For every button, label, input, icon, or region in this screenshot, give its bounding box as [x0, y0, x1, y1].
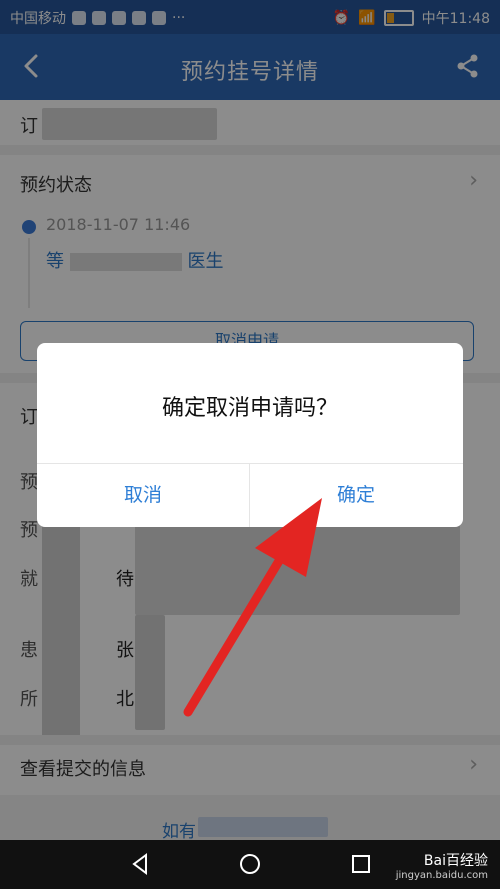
dialog-confirm-button[interactable]: 确定	[250, 463, 462, 527]
home-circle-icon[interactable]	[238, 852, 262, 876]
confirm-dialog: 确定取消申请吗？ 取消 确定	[37, 343, 463, 527]
watermark-domain: jingyan.baidu.com	[395, 870, 488, 881]
dialog-message: 确定取消申请吗？	[161, 396, 338, 421]
recent-apps-square-icon[interactable]	[349, 852, 373, 876]
back-triangle-icon[interactable]	[128, 852, 152, 876]
dialog-cancel-button[interactable]: 取消	[37, 463, 249, 527]
system-nav-bar: Bai百经验 jingyan.baidu.com	[0, 840, 500, 889]
watermark-brand: Bai百经验	[423, 853, 488, 869]
baidu-watermark: Bai百经验 jingyan.baidu.com	[396, 850, 488, 881]
